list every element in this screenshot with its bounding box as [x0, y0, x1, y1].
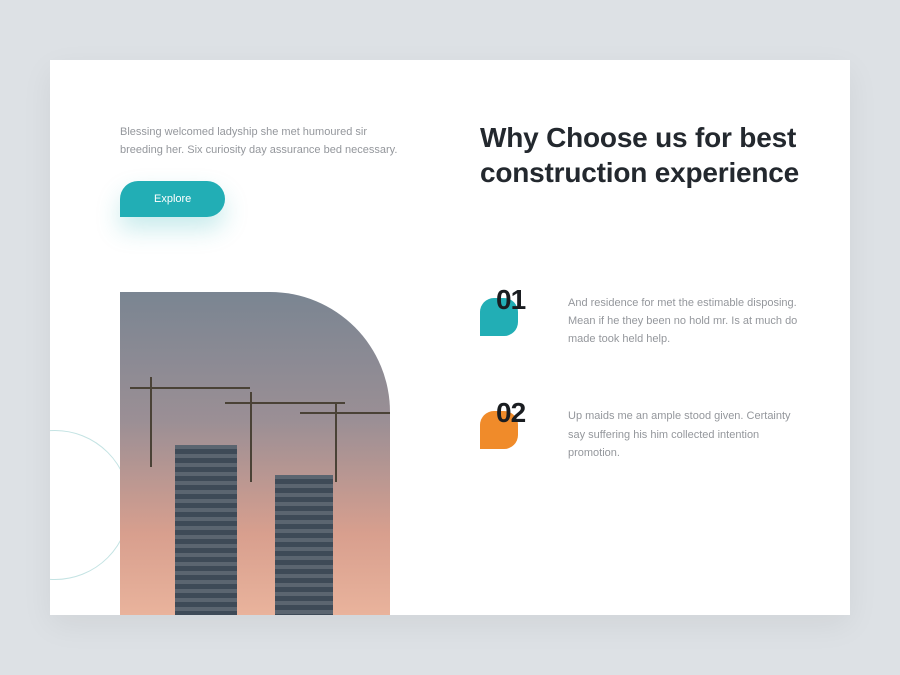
feature-item: 01 And residence for met the estimable d…: [480, 290, 800, 348]
right-column: Why Choose us for best construction expe…: [480, 120, 800, 517]
crane-mast-icon: [150, 377, 152, 467]
decorative-circle: [50, 430, 130, 580]
crane-jib-icon: [225, 402, 345, 404]
feature-description: Up maids me an ample stood given. Certai…: [568, 403, 800, 461]
crane-jib-icon: [130, 387, 250, 389]
explore-button[interactable]: Explore: [120, 181, 225, 217]
crane-mast-icon: [335, 402, 337, 482]
section-headline: Why Choose us for best construction expe…: [480, 120, 800, 190]
building-tower-icon: [275, 475, 333, 615]
content-card: Blessing welcomed ladyship she met humou…: [50, 60, 850, 615]
intro-text: Blessing welcomed ladyship she met humou…: [120, 124, 410, 159]
building-tower-icon: [175, 445, 237, 615]
crane-jib-icon: [300, 412, 390, 414]
feature-number: 01: [496, 284, 525, 316]
feature-description: And residence for met the estimable disp…: [568, 290, 800, 348]
sky-gradient: [120, 292, 390, 615]
crane-mast-icon: [250, 392, 252, 482]
feature-number-badge: 02: [480, 403, 540, 453]
hero-image: [120, 292, 390, 615]
feature-number-badge: 01: [480, 290, 540, 340]
left-column: Blessing welcomed ladyship she met humou…: [120, 124, 410, 217]
feature-item: 02 Up maids me an ample stood given. Cer…: [480, 403, 800, 461]
feature-number: 02: [496, 397, 525, 429]
